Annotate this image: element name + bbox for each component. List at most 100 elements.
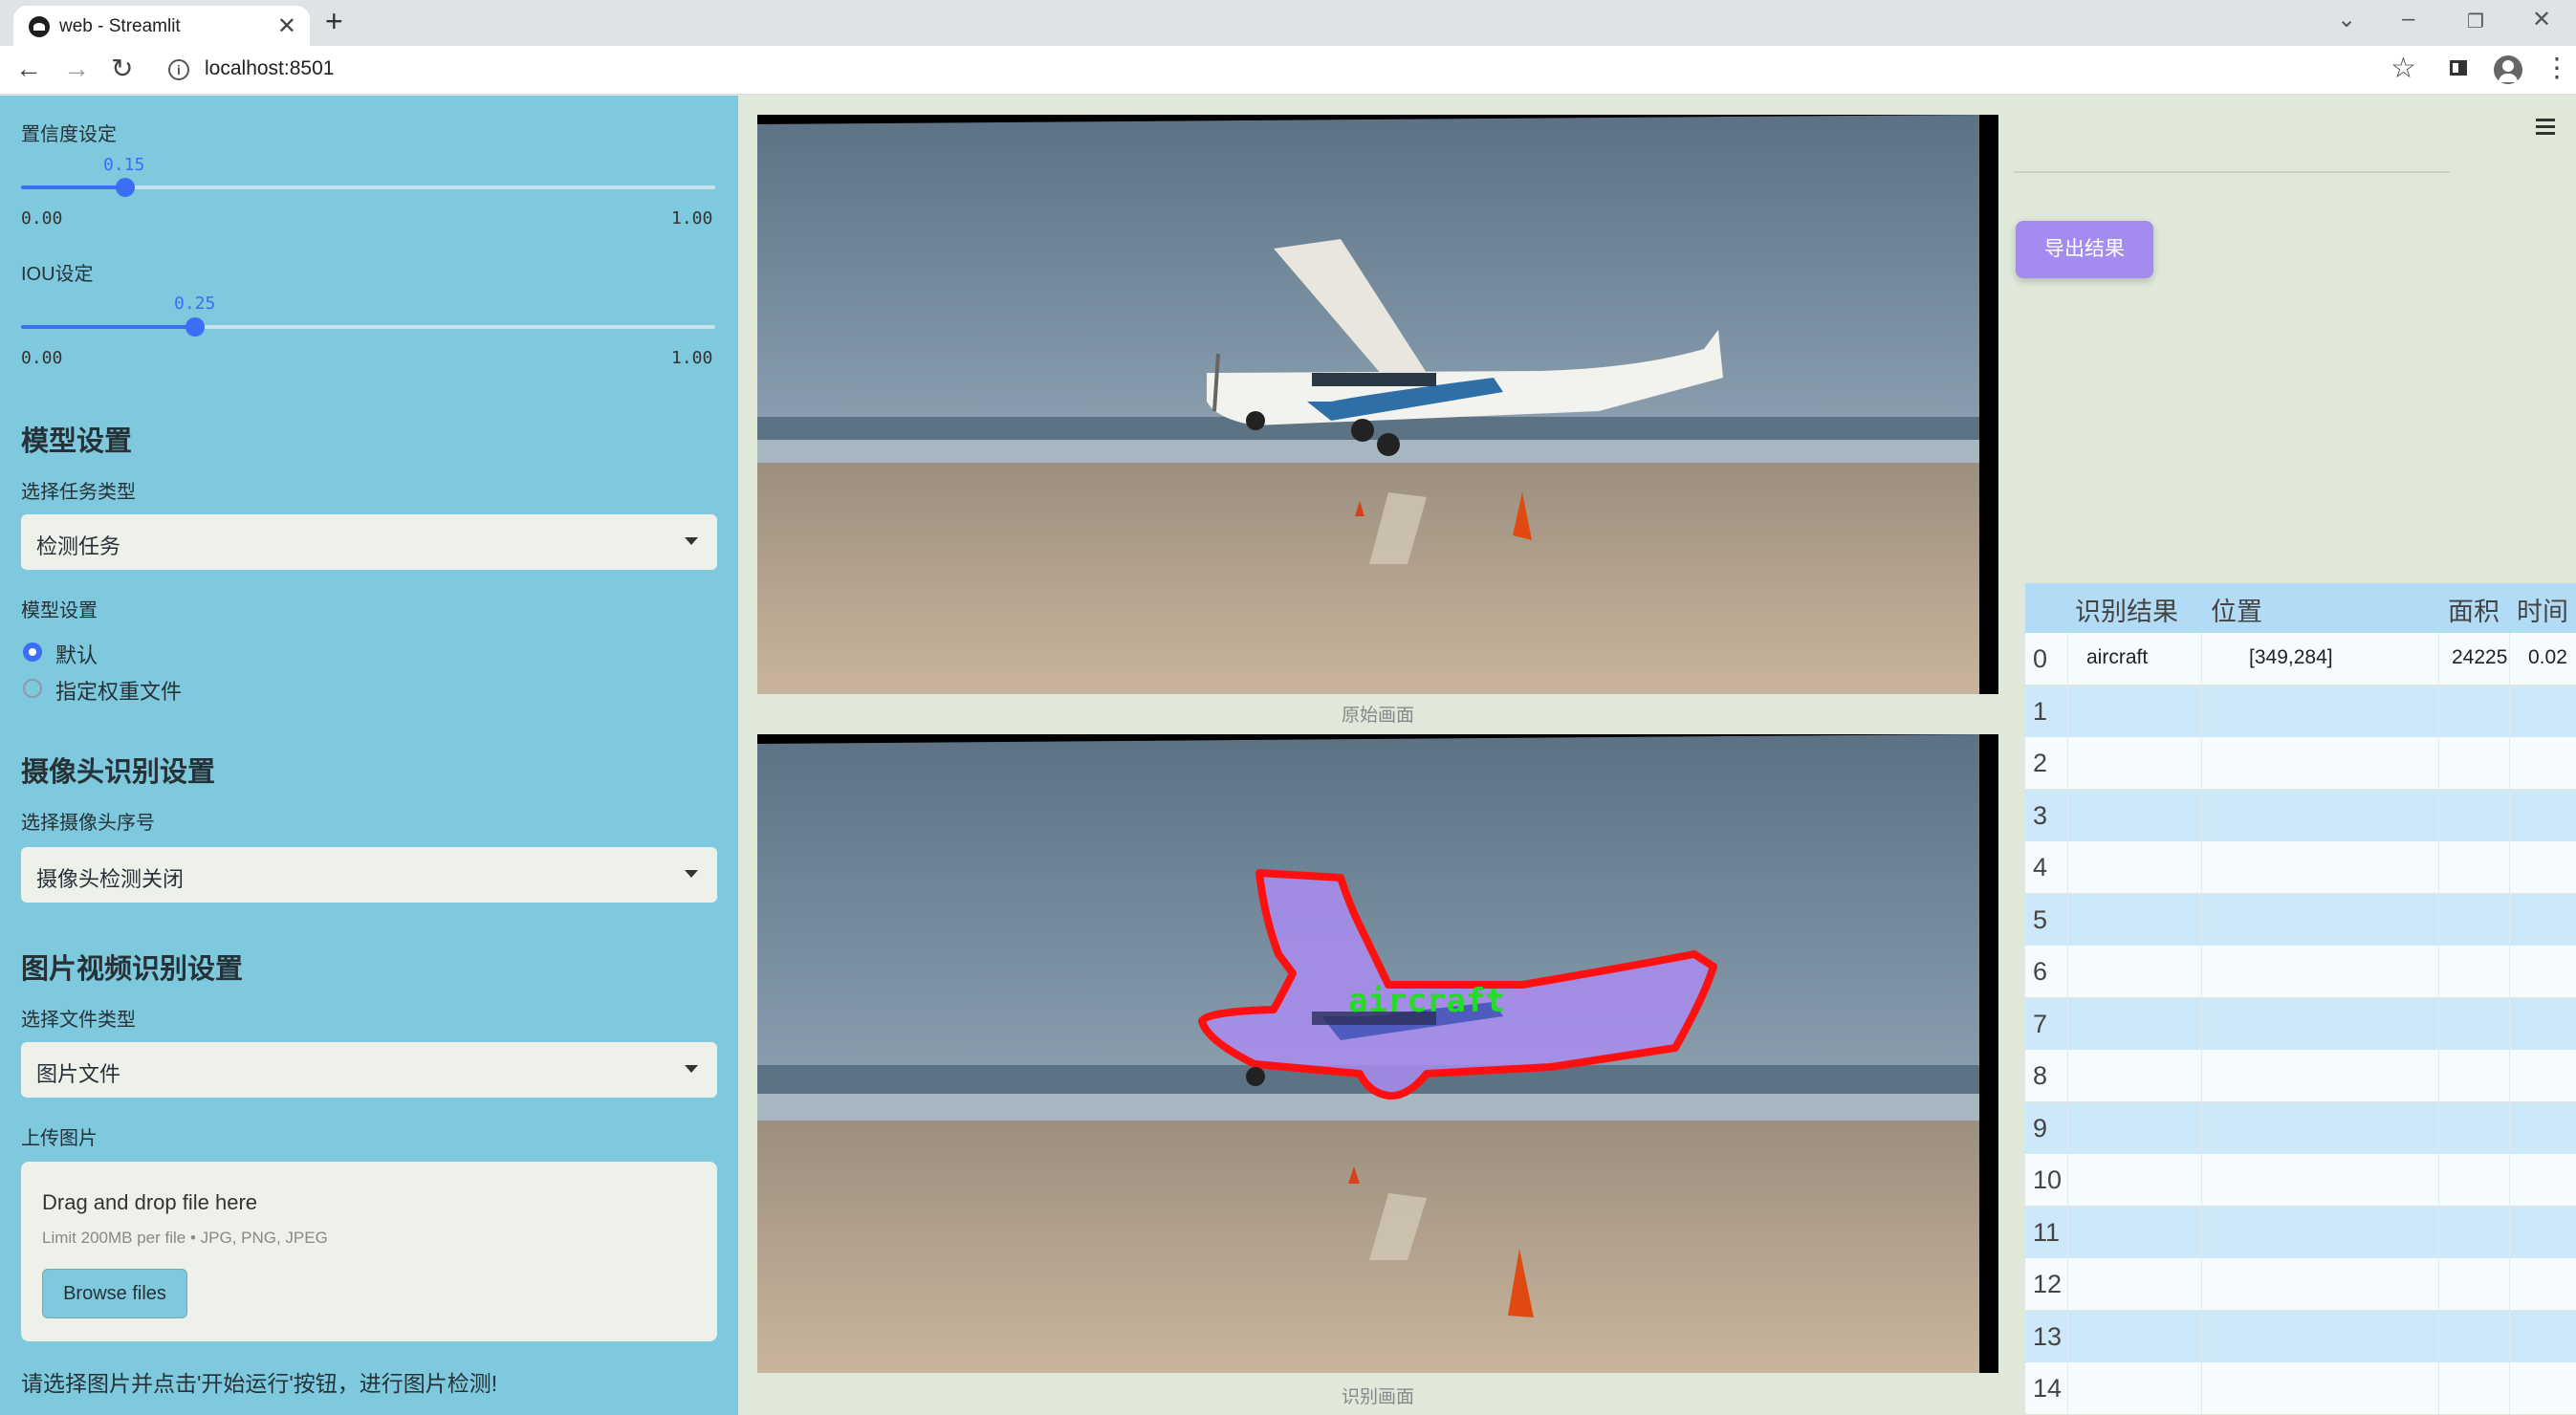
divider (2014, 171, 2450, 173)
close-tab-icon[interactable]: ✕ (277, 12, 296, 40)
header-area[interactable]: 面积 (2448, 591, 2500, 628)
table-row[interactable]: 12 (2025, 1258, 2576, 1310)
file-type-label: 选择文件类型 (21, 1010, 136, 1031)
minimize-icon[interactable]: – (2402, 6, 2414, 33)
table-row[interactable]: 4 (2025, 841, 2576, 893)
radio-default[interactable] (23, 642, 42, 662)
new-tab-icon[interactable]: + (325, 4, 343, 39)
tab-search-chevron-icon[interactable]: ⌄ (2337, 6, 2356, 33)
row-index: 5 (2033, 904, 2048, 934)
table-row[interactable]: 11 (2025, 1206, 2576, 1258)
table-row[interactable]: 6 (2025, 946, 2576, 997)
column-divider (2201, 1050, 2202, 1101)
header-time[interactable]: 时间 (2517, 591, 2568, 628)
tab-title: web - Streamlit (59, 16, 181, 36)
file-type-select[interactable]: 图片文件 (21, 1042, 717, 1098)
task-type-select[interactable]: 检测任务 (21, 514, 717, 570)
iou-max: 1.00 (671, 348, 713, 368)
header-result[interactable]: 识别结果 (2075, 591, 2178, 628)
table-row[interactable]: 14 (2025, 1362, 2576, 1414)
iou-slider-fill (21, 325, 195, 329)
iou-slider-thumb[interactable] (186, 317, 205, 337)
table-row[interactable]: 1 (2025, 685, 2576, 737)
table-row[interactable]: 5 (2025, 893, 2576, 946)
column-divider (2509, 1101, 2510, 1154)
address-bar[interactable]: localhost:8501 (205, 57, 334, 80)
column-divider (2438, 1101, 2439, 1154)
dropzone-title: Drag and drop file here (42, 1190, 258, 1214)
column-divider (2201, 789, 2202, 841)
task-type-value: 检测任务 (36, 534, 121, 558)
column-divider (2201, 685, 2202, 737)
table-row[interactable]: 9 (2025, 1101, 2576, 1154)
confidence-slider-thumb[interactable] (116, 178, 135, 197)
column-divider (2067, 1258, 2068, 1310)
table-row[interactable]: 7 (2025, 997, 2576, 1050)
reload-icon[interactable]: ↻ (111, 54, 133, 84)
column-divider (2067, 1050, 2068, 1101)
column-divider (2067, 1101, 2068, 1154)
column-divider (2509, 685, 2510, 737)
camera-index-value: 摄像头检测关闭 (36, 867, 185, 891)
row-index: 6 (2033, 957, 2048, 986)
column-divider (2438, 737, 2439, 789)
bookmark-star-icon[interactable]: ☆ (2390, 52, 2416, 85)
radio-default-label[interactable]: 默认 (55, 639, 98, 669)
column-divider (2438, 633, 2439, 685)
table-row[interactable]: 3 (2025, 789, 2576, 841)
row-index: 14 (2033, 1374, 2063, 1403)
model-setting-label: 模型设置 (21, 600, 98, 621)
column-divider (2438, 1154, 2439, 1206)
browse-files-button[interactable]: Browse files (42, 1269, 187, 1318)
row-index: 10 (2033, 1165, 2063, 1194)
iou-min: 0.00 (21, 348, 63, 368)
column-divider (2067, 1154, 2068, 1206)
column-divider (2509, 789, 2510, 841)
browser-tab[interactable]: web - Streamlit ✕ (13, 6, 310, 46)
result-image: aircraft (757, 734, 1998, 1373)
iou-slider[interactable] (21, 317, 715, 337)
column-divider (2067, 946, 2068, 997)
chevron-down-icon (685, 1065, 698, 1073)
row-index: 0 (2033, 644, 2048, 673)
side-panel-icon[interactable] (2450, 60, 2467, 76)
column-divider (2201, 633, 2202, 685)
column-divider (2509, 1206, 2510, 1258)
media-section-title: 图片视频识别设置 (21, 954, 244, 985)
column-divider (2201, 1154, 2202, 1206)
row-index: 13 (2033, 1321, 2063, 1351)
confidence-slider[interactable] (21, 178, 715, 197)
column-divider (2509, 893, 2510, 946)
camera-index-select[interactable]: 摄像头检测关闭 (21, 847, 717, 903)
column-divider (2438, 1362, 2439, 1414)
file-dropzone[interactable]: Drag and drop file here Limit 200MB per … (21, 1162, 717, 1341)
column-divider (2509, 1310, 2510, 1362)
result-photo: aircraft (757, 734, 1998, 1373)
column-divider (2201, 841, 2202, 893)
radio-custom-weights-label[interactable]: 指定权重文件 (55, 675, 182, 706)
result-caption: 识别画面 (1341, 1387, 1414, 1407)
export-results-button[interactable]: 导出结果 (2016, 221, 2153, 278)
hamburger-menu-icon[interactable] (2536, 119, 2555, 139)
table-row[interactable]: 0 aircraft [349,284] 24225 0.02 (2025, 633, 2576, 685)
confidence-max: 1.00 (671, 208, 713, 229)
window-close-icon[interactable]: ✕ (2532, 6, 2551, 33)
forward-icon[interactable]: → (63, 54, 90, 84)
browser-menu-icon[interactable]: ⋮ (2543, 52, 2570, 83)
column-divider (2067, 789, 2068, 841)
table-row[interactable]: 2 (2025, 737, 2576, 789)
profile-avatar-icon[interactable] (2494, 55, 2522, 84)
streamlit-favicon-icon (29, 16, 50, 37)
browser-tabstrip: web - Streamlit ✕ + ⌄ – ❐ ✕ (0, 0, 2576, 46)
site-info-icon[interactable]: i (168, 59, 189, 80)
header-position[interactable]: 位置 (2211, 591, 2262, 628)
column-divider (2438, 841, 2439, 893)
restore-icon[interactable]: ❐ (2467, 10, 2484, 33)
back-icon[interactable]: ← (15, 54, 42, 84)
column-divider (2438, 997, 2439, 1050)
radio-custom-weights[interactable] (23, 679, 42, 698)
table-row[interactable]: 10 (2025, 1154, 2576, 1206)
row-index: 9 (2033, 1113, 2048, 1143)
table-row[interactable]: 8 (2025, 1050, 2576, 1101)
table-row[interactable]: 13 (2025, 1310, 2576, 1362)
